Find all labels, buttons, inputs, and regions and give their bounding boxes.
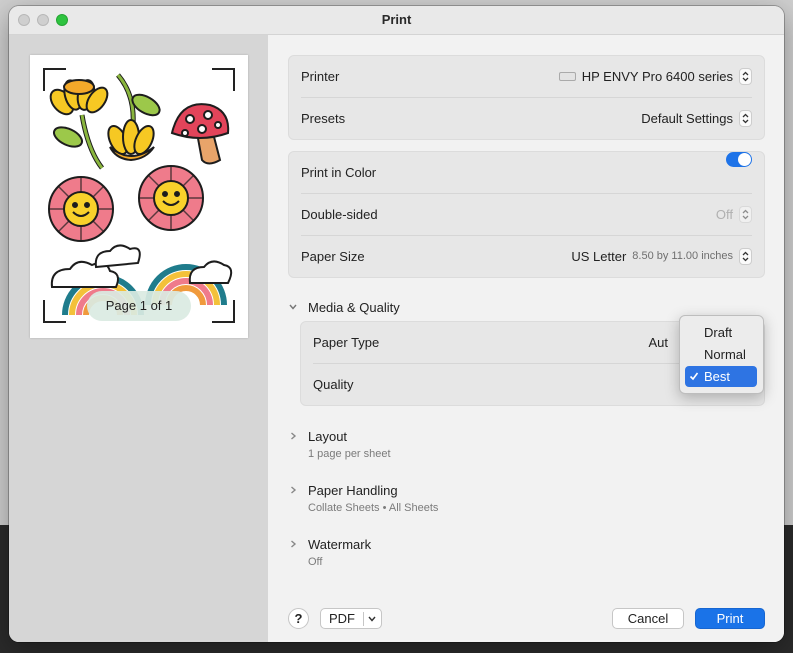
paper-handling-title: Paper Handling xyxy=(308,483,398,498)
print-in-color-control xyxy=(726,152,752,167)
paper-type-popup[interactable]: Aut xyxy=(648,322,668,363)
chevron-down-icon xyxy=(368,616,376,622)
chevron-right-icon xyxy=(291,486,297,494)
watermark-section[interactable]: Watermark Off xyxy=(288,537,588,571)
print-in-color-label: Print in Color xyxy=(301,165,377,180)
paper-handling-section[interactable]: Paper Handling Collate Sheets • All Shee… xyxy=(288,483,588,517)
title-bar: Print xyxy=(9,6,784,35)
printer-popup[interactable]: HP ENVY Pro 6400 series xyxy=(558,56,752,97)
double-sided-popup[interactable]: Off xyxy=(716,194,752,235)
printer-icon xyxy=(558,72,576,81)
double-sided-stepper-icon xyxy=(739,206,752,223)
paper-size-stepper-icon xyxy=(739,248,752,265)
pdf-divider xyxy=(363,612,364,626)
quality-dropdown-menu: Draft Normal Best xyxy=(679,315,764,394)
paper-size-label: Paper Size xyxy=(301,249,365,264)
chevron-right-icon xyxy=(291,432,297,440)
pdf-button-label: PDF xyxy=(329,611,355,626)
print-in-color-row: Print in Color xyxy=(289,152,764,193)
page-preview[interactable]: Page 1 of 1 xyxy=(30,55,248,338)
printer-label: Printer xyxy=(301,69,340,84)
preview-pane: Page 1 of 1 xyxy=(9,35,268,642)
paper-size-detail: 8.50 by 11.00 inches xyxy=(632,250,733,262)
cancel-button[interactable]: Cancel xyxy=(612,608,684,629)
printer-stepper-icon xyxy=(739,68,752,85)
watermark-title: Watermark xyxy=(308,537,372,552)
pdf-menu-button[interactable]: PDF xyxy=(320,608,382,629)
quality-label: Quality xyxy=(313,377,354,392)
color-duplex-size-group: Print in Color Double-sided Off Paper Si… xyxy=(288,151,765,278)
print-dialog: Print Page 1 of 1 Printer HP ENVY Pro 64… xyxy=(9,6,784,642)
media-quality-header[interactable]: Media & Quality xyxy=(288,300,588,318)
paper-size-row: Paper Size US Letter 8.50 by 11.00 inche… xyxy=(301,235,752,277)
layout-title: Layout xyxy=(308,429,348,444)
paper-handling-summary: Collate Sheets • All Sheets xyxy=(308,502,439,514)
presets-row: Presets Default Settings xyxy=(301,97,752,139)
help-button[interactable]: ? xyxy=(288,608,309,629)
quality-option-draft[interactable]: Draft xyxy=(685,322,757,343)
print-button[interactable]: Print xyxy=(695,608,765,629)
checkmark-icon xyxy=(689,372,699,381)
chevron-right-icon xyxy=(291,540,297,548)
quality-option-label: Normal xyxy=(704,347,746,362)
paper-size-popup[interactable]: US Letter 8.50 by 11.00 inches xyxy=(571,236,752,277)
presets-value: Default Settings xyxy=(641,111,733,126)
printer-presets-group: Printer HP ENVY Pro 6400 series Presets … xyxy=(288,55,765,140)
printer-row: Printer HP ENVY Pro 6400 series xyxy=(289,56,764,97)
layout-summary: 1 page per sheet xyxy=(308,448,391,460)
chevron-down-icon xyxy=(289,304,297,310)
quality-option-best[interactable]: Best xyxy=(685,366,757,387)
paper-type-label: Paper Type xyxy=(313,335,380,350)
presets-label: Presets xyxy=(301,111,346,126)
printer-value: HP ENVY Pro 6400 series xyxy=(581,69,733,84)
presets-stepper-icon xyxy=(739,110,752,127)
quality-option-label: Draft xyxy=(704,325,733,340)
paper-type-value: Aut xyxy=(648,335,668,350)
quality-option-normal[interactable]: Normal xyxy=(685,344,757,365)
double-sided-value: Off xyxy=(715,207,733,222)
print-in-color-toggle[interactable] xyxy=(726,152,752,167)
page-indicator: Page 1 of 1 xyxy=(87,291,191,321)
window-title: Print xyxy=(381,12,412,27)
presets-popup[interactable]: Default Settings xyxy=(641,98,752,139)
layout-section[interactable]: Layout 1 page per sheet xyxy=(288,429,588,463)
double-sided-row: Double-sided Off xyxy=(301,193,752,235)
quality-option-label: Best xyxy=(704,369,731,384)
watermark-summary: Off xyxy=(308,556,323,568)
double-sided-label: Double-sided xyxy=(301,207,378,222)
media-quality-title: Media & Quality xyxy=(308,300,400,315)
paper-size-value: US Letter xyxy=(571,249,627,264)
